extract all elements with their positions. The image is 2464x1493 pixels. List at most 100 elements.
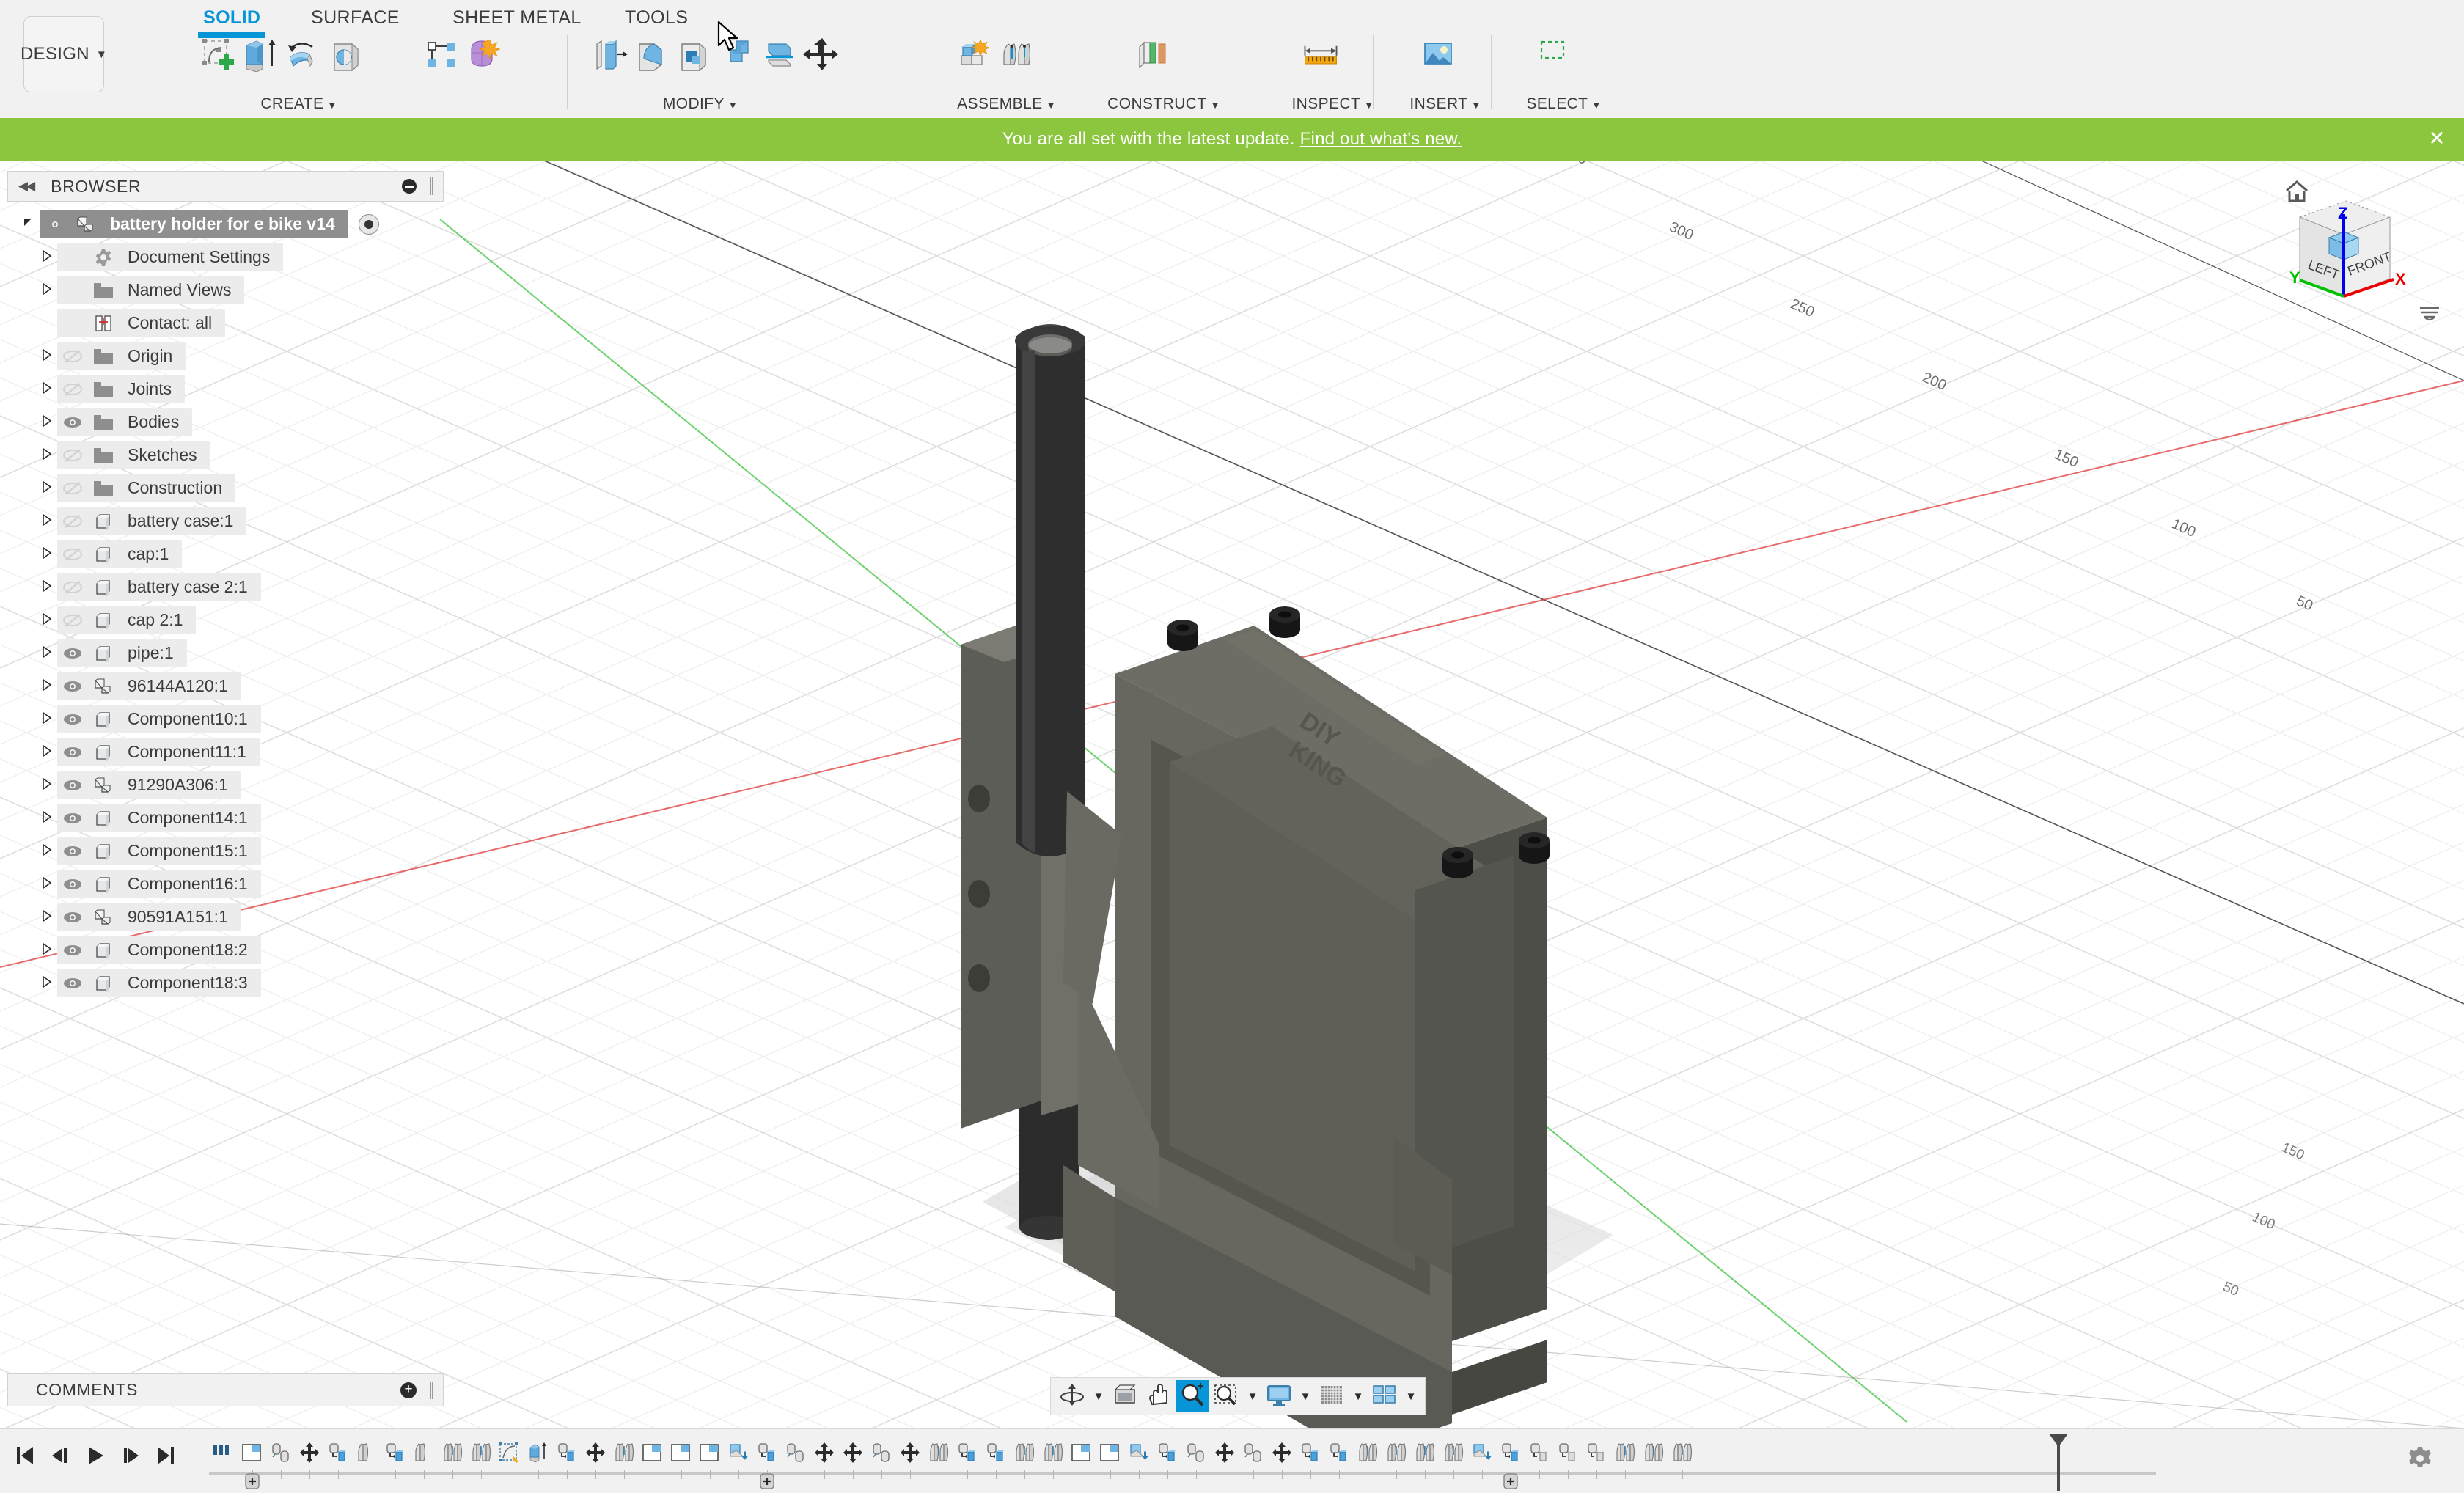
tree-row[interactable]: pipe:1 [7,637,444,670]
timeline-feature-30[interactable] [1067,1437,1096,1479]
look-at-button[interactable] [1108,1380,1142,1412]
tree-node[interactable]: 96144A120:1 [57,672,241,700]
shell-icon[interactable] [673,32,716,75]
split-face-icon[interactable] [758,32,801,75]
tree-row[interactable]: Component16:1 [7,867,444,900]
expand-arrow-icon[interactable] [35,249,57,266]
sweep-icon[interactable] [323,32,366,75]
tree-row[interactable]: Origin [7,340,444,373]
timeline-feature-44[interactable] [1467,1437,1496,1479]
timeline-feature-18[interactable] [724,1437,752,1479]
panel-select-label[interactable]: SELECT ▼ [1503,95,1624,113]
tree-row[interactable]: Named Views [7,274,444,307]
tab-sheet-metal[interactable]: SHEET METAL [452,7,582,29]
visibility-eye-off-icon[interactable] [57,613,88,628]
tree-row[interactable]: 90591A151:1 [7,900,444,933]
add-comment-icon[interactable]: + [400,1382,417,1398]
zoom-window-button[interactable] [1209,1380,1243,1412]
timeline-feature-3[interactable] [295,1437,323,1479]
insert-image-icon[interactable] [1417,32,1459,75]
tree-node[interactable]: Construction [57,474,236,502]
chevron-down-icon[interactable]: ▼ [1243,1390,1262,1403]
timeline-feature-41[interactable] [1382,1437,1410,1479]
tree-node[interactable]: cap:1 [57,540,183,568]
expand-arrow-icon[interactable] [35,810,57,827]
timeline-feature-33[interactable] [1153,1437,1181,1479]
visibility-eye-icon[interactable] [57,646,88,661]
expand-arrow-icon[interactable] [35,975,57,992]
timeline-group-expand-icon[interactable] [1503,1472,1519,1491]
timeline-feature-49[interactable] [1610,1437,1639,1479]
tree-node[interactable]: Document Settings [57,243,284,271]
visibility-eye-icon[interactable] [57,712,88,727]
tree-row[interactable]: Component10:1 [7,703,444,736]
form-icon[interactable] [463,32,505,75]
timeline-feature-23[interactable] [867,1437,895,1479]
collapse-panel-icon[interactable]: ◀◀ [18,179,35,194]
timeline-feature-13[interactable] [581,1437,609,1479]
timeline-feature-21[interactable] [810,1437,838,1479]
display-settings-button[interactable] [1262,1380,1296,1412]
chevron-down-icon[interactable]: ▼ [1296,1390,1315,1403]
visibility-eye-icon[interactable] [57,844,88,859]
tree-row[interactable]: battery case:1 [7,505,444,538]
tree-node[interactable]: battery case 2:1 [57,573,261,601]
tree-node[interactable]: Component18:3 [57,969,261,997]
whats-new-link[interactable]: Find out what's new. [1300,129,1462,149]
tree-row[interactable]: cap 2:1 [7,604,444,637]
tree-node[interactable]: Component10:1 [57,705,261,733]
visibility-eye-off-icon[interactable] [57,481,88,496]
timeline-feature-28[interactable] [1010,1437,1038,1479]
timeline-feature-42[interactable] [1410,1437,1439,1479]
timeline-feature-43[interactable] [1439,1437,1467,1479]
timeline-feature-8[interactable] [438,1437,466,1479]
sheet-metal-flange-icon[interactable] [420,32,463,75]
expand-arrow-icon[interactable] [35,414,57,431]
timeline-feature-14[interactable] [609,1437,638,1479]
tree-node[interactable]: Component16:1 [57,870,261,898]
tree-row[interactable]: Sketches [7,439,444,472]
step-forward-button[interactable] [116,1439,145,1472]
tree-node[interactable]: Contact: all [57,309,226,337]
timeline-feature-35[interactable] [1210,1437,1239,1479]
visibility-eye-icon[interactable] [57,745,88,760]
tree-node[interactable]: Component11:1 [57,738,260,766]
chevron-down-icon[interactable]: ▼ [1089,1390,1108,1403]
tree-node[interactable]: 90591A151:1 [57,903,241,931]
tree-node[interactable]: Bodies [57,408,193,436]
expand-arrow-icon[interactable] [35,480,57,497]
timeline-feature-36[interactable] [1239,1437,1267,1479]
visibility-eye-off-icon[interactable] [57,448,88,463]
tree-row[interactable]: Component11:1 [7,736,444,768]
grid-snaps-button[interactable] [1315,1380,1349,1412]
select-window-icon[interactable] [1534,32,1577,75]
expand-arrow-icon[interactable] [35,678,57,695]
tree-row[interactable]: Component15:1 [7,834,444,867]
expand-arrow-icon[interactable] [35,942,57,959]
timeline-feature-37[interactable] [1267,1437,1296,1479]
timeline-feature-5[interactable] [352,1437,381,1479]
tree-row[interactable]: Document Settings [7,241,444,274]
expand-arrow-open-icon[interactable] [18,216,40,233]
timeline-feature-39[interactable] [1324,1437,1353,1479]
visibility-eye-icon[interactable] [57,910,88,925]
timeline-feature-38[interactable] [1296,1437,1324,1479]
timeline-feature-50[interactable] [1639,1437,1668,1479]
timeline-feature-48[interactable] [1582,1437,1610,1479]
tab-surface[interactable]: SURFACE [311,7,400,29]
move-copy-icon[interactable] [801,32,843,75]
visibility-eye-icon[interactable] [57,943,88,958]
panel-modify-label[interactable]: MODIFY ▼ [579,95,821,113]
tree-node[interactable]: 91290A306:1 [57,771,241,799]
tree-node[interactable]: battery holder for e bike v14 [40,210,348,238]
activate-component-radio[interactable] [358,213,379,235]
timeline-feature-46[interactable] [1525,1437,1553,1479]
visibility-eye-icon[interactable] [57,976,88,991]
timeline-feature-31[interactable] [1096,1437,1124,1479]
visibility-eye-off-icon[interactable] [57,514,88,529]
tree-row[interactable]: Contact: all [7,307,444,340]
timeline-feature-16[interactable] [667,1437,695,1479]
expand-arrow-icon[interactable] [35,843,57,860]
timeline-feature-4[interactable] [323,1437,352,1479]
visibility-eye-icon[interactable] [57,877,88,892]
